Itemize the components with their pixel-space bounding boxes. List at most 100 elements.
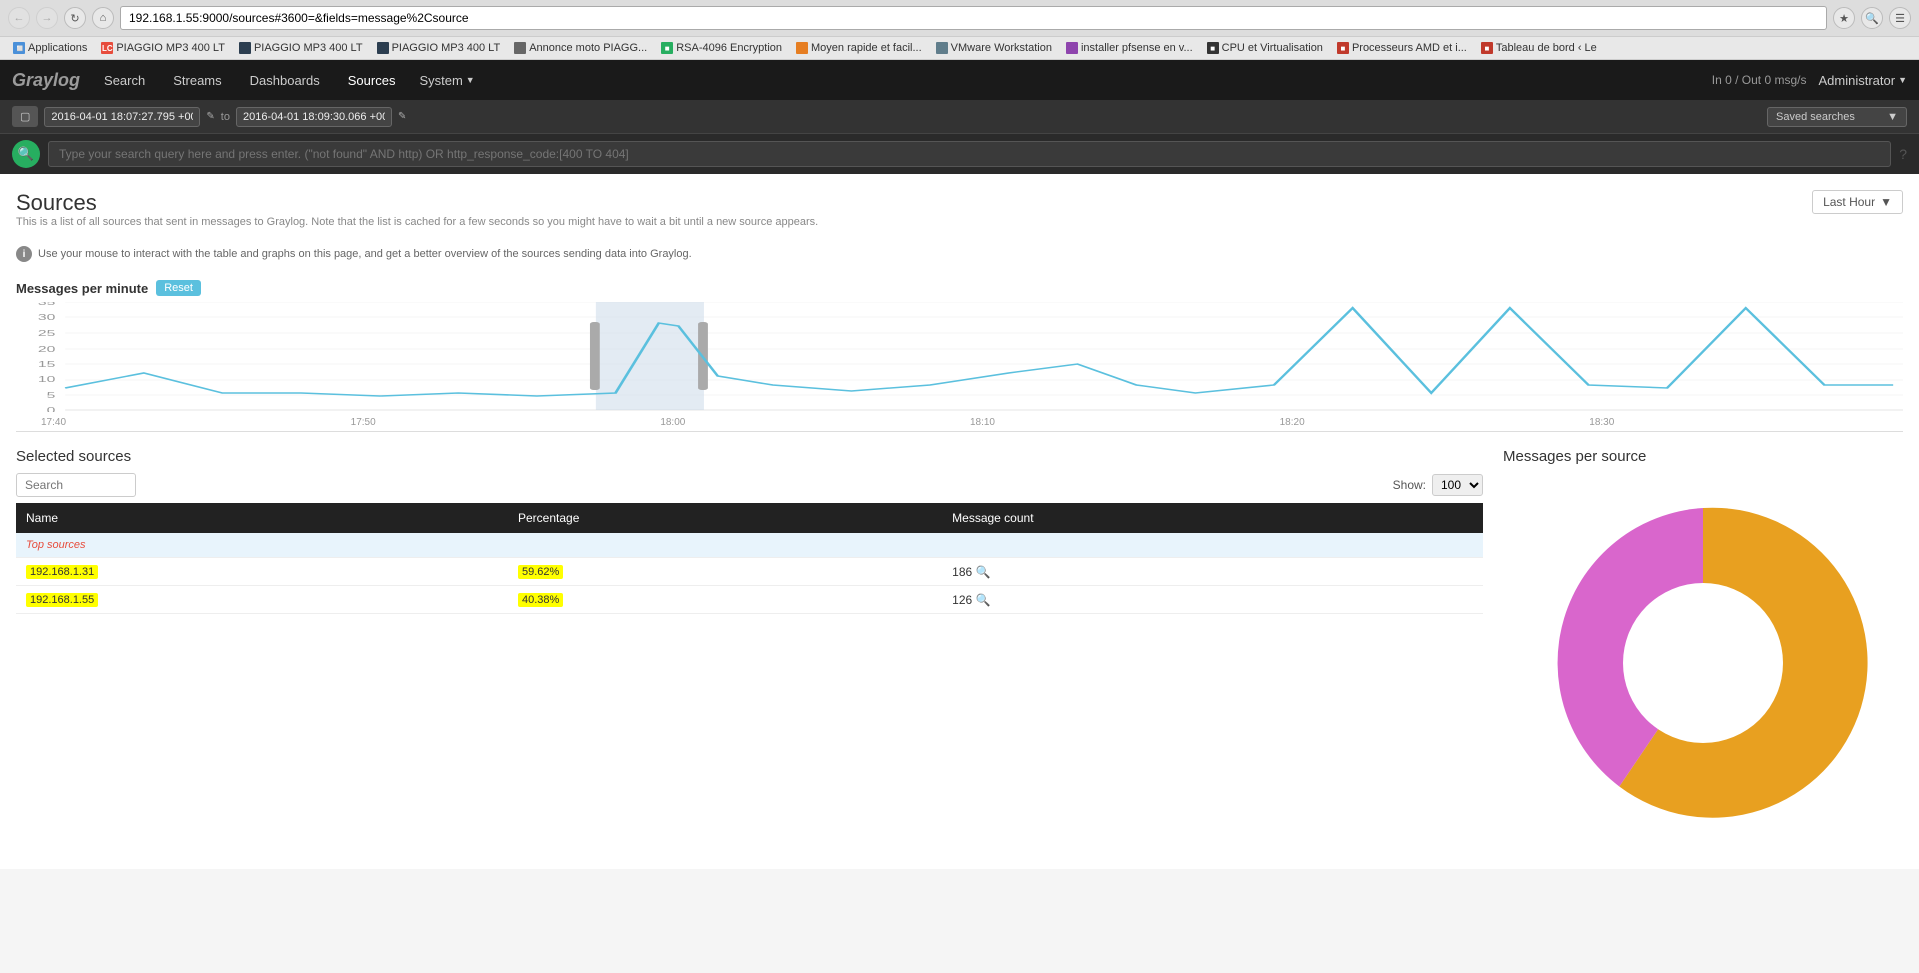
bookmarks-bar: ◽ Applications LC PIAGGIO MP3 400 LT PIA… [0, 36, 1919, 59]
bookmark-rsa-label: RSA-4096 Encryption [676, 42, 782, 54]
chart-reset-button[interactable]: Reset [156, 280, 201, 296]
sources-table: Name Percentage Message count Top source… [16, 503, 1483, 614]
last-hour-button[interactable]: Last Hour ▼ [1812, 190, 1903, 214]
zoom-button[interactable]: 🔍 [1861, 7, 1883, 29]
home-button[interactable]: ⌂ [92, 7, 114, 29]
bookmark-lc[interactable]: LC PIAGGIO MP3 400 LT [96, 40, 230, 56]
chart-title: Messages per minute [16, 281, 148, 296]
source-count-2: 126 [952, 593, 972, 607]
bookmark-installer[interactable]: installer pfsense en v... [1061, 40, 1198, 56]
source-name-cell-1: 192.168.1.31 [16, 558, 508, 586]
bookmark-annonce[interactable]: Annonce moto PIAGG... [509, 40, 652, 56]
nav-sources[interactable]: Sources [344, 65, 400, 96]
bookmark-apps[interactable]: ◽ Applications [8, 40, 92, 56]
bookmark-button[interactable]: ★ [1833, 7, 1855, 29]
saved-searches-label: Saved searches [1776, 111, 1855, 123]
sources-header: Sources This is a list of all sources th… [16, 190, 1903, 236]
show-count-select[interactable]: 100 [1432, 474, 1483, 496]
messages-chart-svg: 35 30 25 20 15 10 5 0 [16, 302, 1903, 412]
navbar-right: In 0 / Out 0 msg/s Administrator ▼ [1712, 73, 1907, 88]
cpu-favicon: ■ [1207, 42, 1219, 54]
messages-per-source-title: Messages per source [1503, 448, 1903, 465]
svg-text:20: 20 [38, 345, 56, 354]
tip-info-icon: i [16, 246, 32, 262]
username-label: Administrator [1819, 73, 1896, 88]
app-logo: Graylog [12, 70, 80, 91]
navbar-left: Graylog Search Streams Dashboards Source… [12, 65, 475, 96]
table-header: Name Percentage Message count [16, 503, 1483, 533]
source-name-tag-1[interactable]: 192.168.1.31 [26, 565, 98, 579]
query-area: 🔍 ? [0, 133, 1919, 174]
query-help-icon[interactable]: ? [1899, 146, 1907, 162]
app-navbar: Graylog Search Streams Dashboards Source… [0, 60, 1919, 100]
reload-button[interactable]: ↻ [64, 7, 86, 29]
search-source-icon-1[interactable]: 🔍 [976, 565, 991, 579]
source-percentage-tag-2: 40.38% [518, 593, 563, 607]
run-search-button[interactable]: 🔍 [12, 140, 40, 168]
chart-container[interactable]: 35 30 25 20 15 10 5 0 17:40 17:50 [16, 302, 1903, 432]
col-count-header: Message count [942, 503, 1483, 533]
source-name-tag-2[interactable]: 192.168.1.55 [26, 593, 98, 607]
source-percentage-tag-1: 59.62% [518, 565, 563, 579]
donut-chart-svg [1533, 493, 1873, 833]
bookmark-rsa[interactable]: ■ RSA-4096 Encryption [656, 40, 787, 56]
saved-searches-button[interactable]: Saved searches ▼ [1767, 107, 1907, 127]
time-from-edit-icon[interactable]: ✎ [206, 111, 214, 122]
nav-system-dropdown[interactable]: System ▼ [419, 73, 474, 88]
bookmark-proc[interactable]: ■ Processeurs AMD et i... [1332, 40, 1472, 56]
bookmark-annonce-label: Annonce moto PIAGG... [529, 42, 647, 54]
time-to-label: to [221, 111, 230, 123]
time-to-input[interactable] [236, 107, 392, 127]
sources-title-group: Sources This is a list of all sources th… [16, 190, 818, 236]
time-to-edit-icon[interactable]: ✎ [398, 111, 406, 122]
sources-table-section: Selected sources Show: 100 Name Percenta… [16, 448, 1483, 853]
saved-searches-area: Saved searches ▼ [1767, 107, 1907, 127]
col-name-header: Name [16, 503, 508, 533]
source-percentage-cell-1: 59.62% [508, 558, 942, 586]
nav-streams[interactable]: Streams [169, 65, 225, 96]
nav-dashboards[interactable]: Dashboards [246, 65, 324, 96]
annonce-favicon [514, 42, 526, 54]
nav-search[interactable]: Search [100, 65, 149, 96]
chart-x-labels: 17:40 17:50 18:00 18:10 18:20 18:30 [16, 415, 1903, 430]
source-percentage-cell-2: 40.38% [508, 586, 942, 614]
bookmark-piaggio1[interactable]: PIAGGIO MP3 400 LT [234, 40, 368, 56]
query-input[interactable] [48, 141, 1891, 167]
sources-tip: i Use your mouse to interact with the ta… [16, 240, 1903, 268]
bookmark-vmware-label: VMware Workstation [951, 42, 1052, 54]
proc-favicon: ■ [1337, 42, 1349, 54]
tableau-favicon: ■ [1481, 42, 1493, 54]
back-button[interactable]: ← [8, 7, 30, 29]
bookmark-piaggio2[interactable]: PIAGGIO MP3 400 LT [372, 40, 506, 56]
bookmark-proc-label: Processeurs AMD et i... [1352, 42, 1467, 54]
bookmark-vmware[interactable]: VMware Workstation [931, 40, 1057, 56]
bookmark-cpu[interactable]: ■ CPU et Virtualisation [1202, 40, 1328, 56]
apps-favicon: ◽ [13, 42, 25, 54]
lc-favicon: LC [101, 42, 113, 54]
user-dropdown[interactable]: Administrator ▼ [1819, 73, 1908, 88]
selected-sources-title: Selected sources [16, 448, 1483, 465]
time-preset-button[interactable]: ▢ [12, 106, 38, 127]
chart-section: Messages per minute Reset 35 30 25 20 15 [16, 280, 1903, 432]
search-source-icon-2[interactable]: 🔍 [976, 593, 991, 607]
sources-search-input[interactable] [16, 473, 136, 497]
page-title: Sources [16, 190, 818, 216]
time-range: ▢ ✎ to ✎ [12, 106, 406, 127]
time-from-input[interactable] [44, 107, 200, 127]
bookmark-piaggio1-label: PIAGGIO MP3 400 LT [254, 42, 363, 54]
bookmark-tableau[interactable]: ■ Tableau de bord ‹ Le [1476, 40, 1602, 56]
bookmark-cpu-label: CPU et Virtualisation [1222, 42, 1323, 54]
user-caret-icon: ▼ [1898, 75, 1907, 85]
forward-button[interactable]: → [36, 7, 58, 29]
menu-button[interactable]: ☰ [1889, 7, 1911, 29]
top-sources-label: Top sources [16, 533, 1483, 558]
x-label-1740: 17:40 [41, 417, 66, 428]
show-label: Show: [1393, 478, 1426, 492]
table-header-row: Name Percentage Message count [16, 503, 1483, 533]
moyen-favicon [796, 42, 808, 54]
bookmark-moyen[interactable]: Moyen rapide et facil... [791, 40, 927, 56]
bottom-section: Selected sources Show: 100 Name Percenta… [16, 448, 1903, 853]
svg-text:35: 35 [38, 302, 56, 307]
url-bar[interactable] [120, 6, 1827, 30]
system-caret-icon: ▼ [466, 75, 475, 85]
